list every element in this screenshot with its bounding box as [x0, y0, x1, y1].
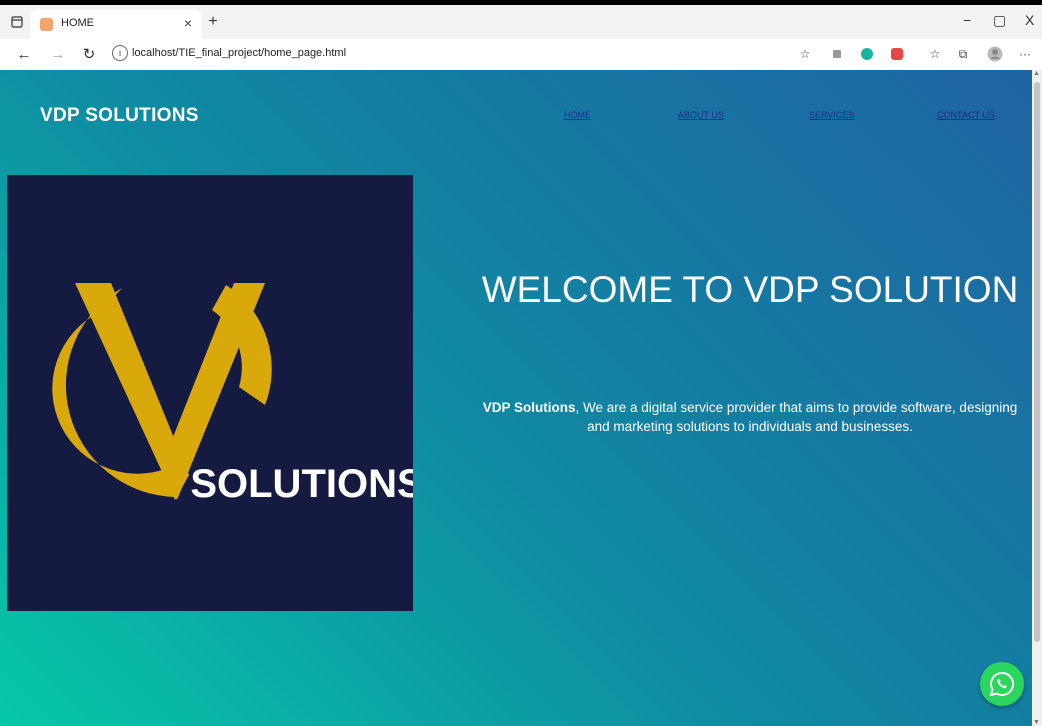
browser-toolbar: ← → ↻ i localhost/TIE_final_project/home… [0, 39, 1042, 71]
nav-contact-us[interactable]: CONTACT US [937, 110, 995, 120]
favorite-star-icon[interactable]: ☆ [796, 45, 814, 63]
nav-about-us[interactable]: ABOUT US [678, 110, 724, 120]
scrollbar-thumb[interactable] [1034, 82, 1040, 642]
extension-m-icon[interactable] [858, 45, 876, 63]
whatsapp-icon [989, 671, 1014, 697]
site-info-icon[interactable]: i [112, 45, 128, 61]
minimize-button[interactable]: − [963, 12, 971, 28]
extension-puzzle-icon[interactable] [828, 45, 846, 63]
tab-actions-icon[interactable] [6, 11, 28, 33]
tab-home[interactable]: HOME × [30, 10, 202, 39]
vdp-logo-graphic: SOLUTIONS [52, 283, 413, 506]
nav-home[interactable]: HOME [564, 110, 591, 120]
new-tab-button[interactable]: + [202, 11, 224, 33]
site-brand[interactable]: VDP SOLUTIONS [40, 105, 199, 127]
favorites-list-icon[interactable]: ☆ [926, 45, 944, 63]
back-arrow-icon[interactable]: ← [13, 43, 35, 65]
page-favicon-icon [40, 18, 53, 31]
welcome-description: VDP Solutions, We are a digital service … [470, 398, 1030, 436]
whatsapp-button[interactable] [980, 662, 1024, 706]
logo-solutions-text: SOLUTIONS [190, 462, 413, 506]
nav-services[interactable]: SERVICES [809, 110, 854, 120]
scroll-down-arrow-icon[interactable]: ▼ [1033, 719, 1040, 726]
maximize-button[interactable]: ▢ [993, 12, 1006, 29]
settings-menu-icon[interactable]: ··· [1016, 45, 1034, 63]
tab-strip: HOME × + − ▢ X [0, 5, 1042, 39]
extension-red-icon[interactable] [888, 45, 906, 63]
forward-arrow-icon[interactable]: → [47, 43, 69, 65]
scroll-up-arrow-icon[interactable]: ▲ [1033, 70, 1040, 77]
address-bar-url[interactable]: localhost/TIE_final_project/home_page.ht… [132, 47, 346, 59]
description-text: , We are a digital service provider that… [575, 400, 1018, 434]
vdp-logo-image: SOLUTIONS [7, 175, 413, 611]
welcome-title: WELCOME TO VDP SOLUTION [481, 269, 1019, 310]
profile-avatar-icon[interactable] [986, 45, 1004, 63]
page-content: VDP SOLUTIONS HOME ABOUT US SERVICES CON… [0, 70, 1032, 726]
collections-icon[interactable]: ⧉ [954, 45, 972, 63]
reload-icon[interactable]: ↻ [78, 43, 100, 65]
tab-close-icon[interactable]: × [184, 15, 192, 31]
tab-title: HOME [61, 17, 94, 29]
description-brand: VDP Solutions [482, 400, 576, 415]
close-window-button[interactable]: X [1025, 12, 1034, 28]
page-scrollbar[interactable]: ▲ ▼ [1032, 70, 1042, 726]
